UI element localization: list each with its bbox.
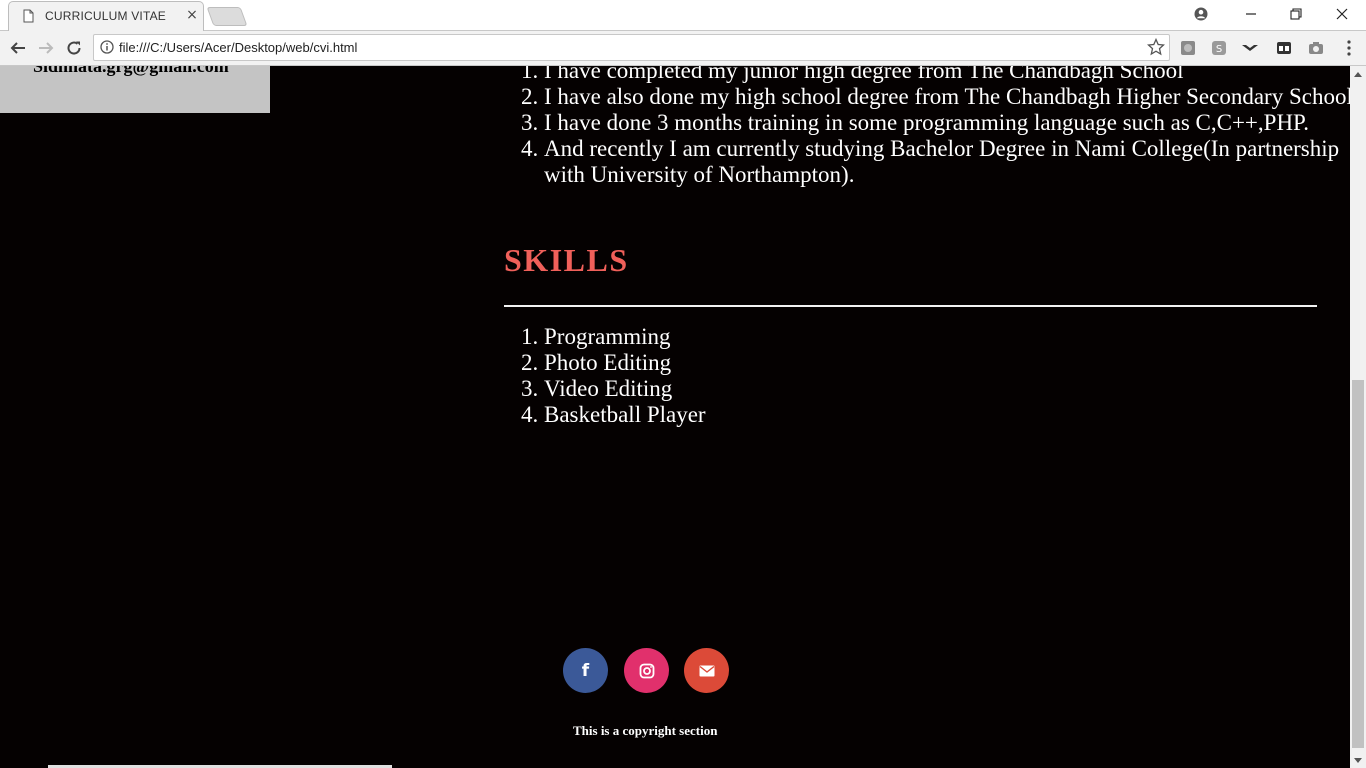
tab-close-icon[interactable]: × bbox=[185, 8, 199, 22]
toolbar: file:///C:/Users/Acer/Desktop/web/cvi.ht… bbox=[0, 31, 1366, 66]
minimize-icon[interactable] bbox=[1236, 3, 1266, 25]
forward-icon[interactable] bbox=[34, 36, 58, 60]
profile-icon[interactable] bbox=[1186, 3, 1216, 25]
divider bbox=[504, 305, 1317, 307]
url-text[interactable]: file:///C:/Users/Acer/Desktop/web/cvi.ht… bbox=[119, 40, 357, 55]
page-icon bbox=[23, 9, 34, 23]
browser-chrome: CURRICULUM VITAE × file:///C:/Users/Acer… bbox=[0, 0, 1366, 66]
menu-icon[interactable] bbox=[1340, 39, 1358, 57]
page-content: Sidhhata.grg@gmail.com I have completed … bbox=[0, 66, 1350, 768]
facebook-button[interactable]: f bbox=[563, 648, 608, 693]
list-item: I have also done my high school degree f… bbox=[544, 84, 1350, 110]
window-close-icon[interactable] bbox=[1327, 3, 1357, 25]
info-icon[interactable] bbox=[100, 40, 114, 54]
list-item: And recently I am currently studying Bac… bbox=[544, 136, 1350, 188]
tab-title: CURRICULUM VITAE bbox=[45, 9, 166, 23]
tab-curriculum-vitae[interactable]: CURRICULUM VITAE × bbox=[8, 1, 204, 31]
instagram-icon bbox=[639, 663, 654, 678]
email-button[interactable] bbox=[684, 648, 729, 693]
scrollbar-thumb[interactable] bbox=[1352, 380, 1364, 748]
list-item: Programming bbox=[544, 324, 1350, 350]
skills-heading: SKILLS bbox=[504, 242, 629, 278]
extension-icon[interactable] bbox=[1241, 39, 1259, 57]
address-bar[interactable]: file:///C:/Users/Acer/Desktop/web/cvi.ht… bbox=[93, 34, 1170, 61]
skype-icon[interactable]: S bbox=[1210, 39, 1228, 57]
bookmark-star-icon[interactable] bbox=[1147, 38, 1165, 56]
skills-list: Programming Photo Editing Video Editing … bbox=[504, 324, 1350, 428]
education-list: I have completed my junior high degree f… bbox=[504, 66, 1350, 188]
extension-icon[interactable] bbox=[1179, 39, 1197, 57]
back-icon[interactable] bbox=[6, 36, 30, 60]
scroll-up-icon[interactable] bbox=[1350, 66, 1366, 82]
svg-text:S: S bbox=[1216, 44, 1222, 55]
vertical-scrollbar[interactable] bbox=[1350, 66, 1366, 768]
list-item: I have done 3 months training in some pr… bbox=[544, 110, 1350, 136]
copyright-text: This is a copyright section bbox=[573, 723, 718, 738]
facebook-icon: f bbox=[581, 660, 590, 681]
restore-icon[interactable] bbox=[1281, 3, 1311, 25]
tab-strip: CURRICULUM VITAE × bbox=[0, 0, 1366, 31]
camera-icon[interactable] bbox=[1307, 39, 1325, 57]
list-item: Photo Editing bbox=[544, 350, 1350, 376]
extension-icon[interactable] bbox=[1275, 39, 1293, 57]
list-item: Basketball Player bbox=[544, 402, 1350, 428]
list-item: Video Editing bbox=[544, 376, 1350, 402]
envelope-icon bbox=[699, 665, 714, 676]
new-tab-button[interactable] bbox=[206, 7, 248, 26]
scroll-down-icon[interactable] bbox=[1350, 752, 1366, 768]
reload-icon[interactable] bbox=[62, 36, 86, 60]
list-item: I have completed my junior high degree f… bbox=[544, 66, 1350, 84]
instagram-button[interactable] bbox=[624, 648, 669, 693]
email-text: Sidhhata.grg@gmail.com bbox=[33, 66, 229, 76]
contact-box: Sidhhata.grg@gmail.com bbox=[0, 66, 270, 113]
